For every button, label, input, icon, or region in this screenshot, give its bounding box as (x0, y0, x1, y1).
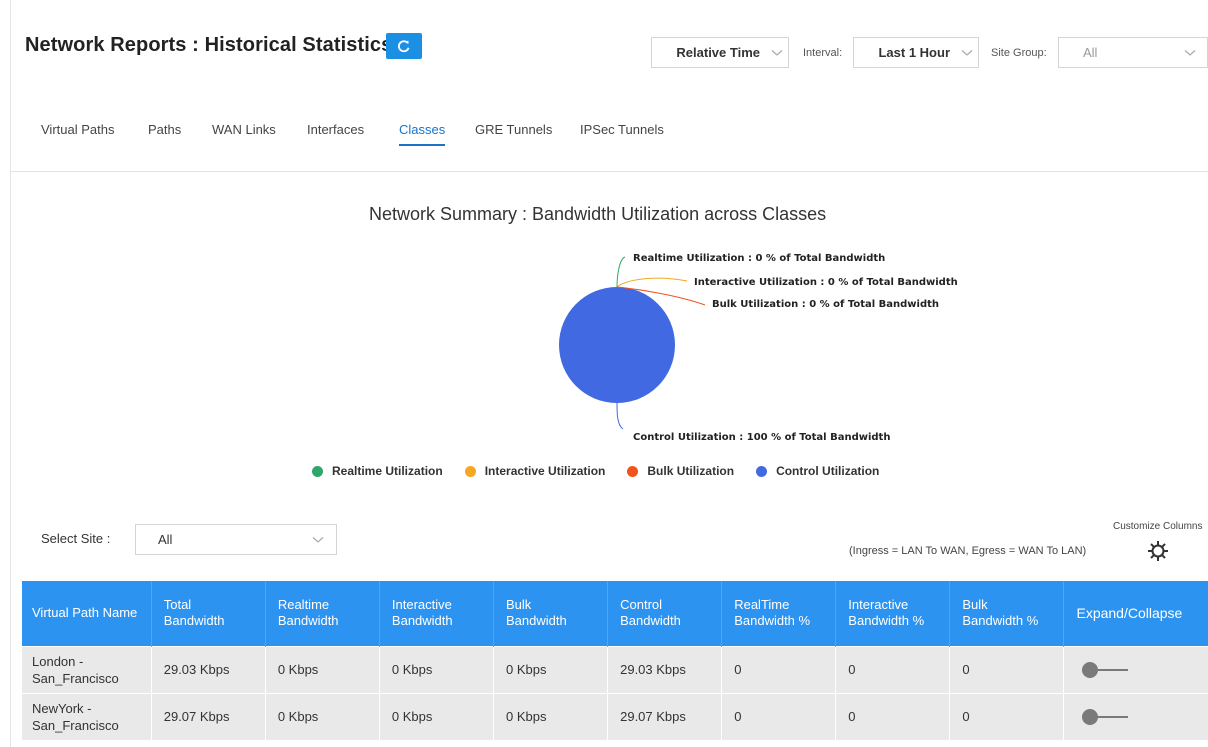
toggle-track (1096, 715, 1129, 718)
customize-columns-label: Customize Columns (1113, 521, 1203, 532)
cell-bulk-pct: 0 (949, 645, 1065, 693)
app-root: Network Reports : Historical Statistics … (0, 0, 1208, 747)
legend-label-bulk: Bulk Utilization (647, 464, 735, 478)
cell-path-name: NewYork - San_Francisco (22, 692, 152, 740)
data-label-realtime: Realtime Utilization : 0 % of Total Band… (633, 253, 885, 264)
cell-expand (1063, 692, 1208, 740)
pie-slice-control[interactable] (559, 287, 675, 403)
data-label-bulk: Bulk Utilization : 0 % of Total Bandwidt… (712, 299, 939, 310)
legend-swatch-interactive (464, 465, 476, 477)
toggle-switch-icon (1082, 708, 1099, 725)
col-expand-collapse[interactable]: Expand/Collapse (1063, 581, 1208, 646)
legend-item-control[interactable]: Control Utilization (756, 464, 879, 478)
col-label: Bulk (962, 597, 988, 613)
cell-bulk: 0 Kbps (493, 645, 609, 693)
cell-control: 29.07 Kbps (607, 692, 723, 740)
gear-icon (1148, 541, 1168, 561)
table-row: NewYork - San_Francisco 29.07 Kbps 0 Kbps… (22, 692, 1208, 740)
cell-interactive: 0 Kbps (379, 692, 495, 740)
col-label: RealTime (734, 597, 790, 613)
col-label: Bandwidth (163, 613, 225, 629)
col-label: Realtime (277, 597, 330, 613)
virtual-path-table: Virtual Path Name Total Bandwidth Realtim… (22, 581, 1208, 740)
toggle-switch-icon (1082, 661, 1099, 678)
col-label: Interactive (391, 597, 452, 613)
cell-realtime: 0 Kbps (265, 692, 380, 740)
legend-label-interactive: Interactive Utilization (484, 464, 606, 478)
col-bulk-bandwidth[interactable]: Bulk Bandwidth (493, 581, 609, 646)
col-label: Bandwidth (620, 613, 681, 629)
select-site-dropdown[interactable]: All (135, 524, 337, 555)
connector-control (616, 402, 624, 430)
col-control-bandwidth[interactable]: Control Bandwidth (607, 581, 723, 646)
cell-text: London - (32, 653, 84, 669)
legend-swatch-bulk (627, 465, 639, 477)
customize-columns-button[interactable] (1145, 538, 1171, 564)
col-label: Total (163, 597, 192, 613)
legend-swatch-realtime (312, 465, 323, 477)
select-site-label: Select Site : (41, 531, 111, 546)
col-label: Control (620, 597, 663, 613)
col-realtime-bandwidth[interactable]: Realtime Bandwidth (265, 581, 380, 646)
col-label: Interactive (848, 597, 909, 613)
col-label: Bandwidth % (962, 613, 1039, 629)
data-label-control: Control Utilization : 100 % of Total Ban… (633, 432, 890, 443)
cell-total: 29.03 Kbps (151, 645, 266, 693)
chart-legend: Realtime Utilization Interactive Utiliza… (312, 464, 901, 478)
col-label: Bandwidth (506, 613, 567, 629)
col-interactive-bandwidth-pct[interactable]: Interactive Bandwidth % (835, 581, 951, 646)
col-label: Virtual Path Name (32, 605, 138, 621)
connector-interactive (616, 277, 688, 288)
connector-realtime (616, 256, 626, 288)
col-label: Bandwidth % (734, 613, 811, 629)
col-total-bandwidth[interactable]: Total Bandwidth (151, 581, 266, 646)
cell-interactive: 0 Kbps (379, 645, 495, 693)
cell-expand (1063, 645, 1208, 693)
legend-swatch-control (756, 465, 768, 477)
data-label-interactive: Interactive Utilization : 0 % of Total B… (694, 277, 958, 288)
cell-path-name: London - San_Francisco (22, 645, 152, 693)
table-row: London - San_Francisco 29.03 Kbps 0 Kbps … (22, 645, 1208, 693)
cell-interactive-pct: 0 (835, 645, 951, 693)
col-label: Bulk (506, 597, 532, 613)
cell-total: 29.07 Kbps (151, 692, 266, 740)
toggle-track (1096, 668, 1129, 671)
direction-note: (Ingress = LAN To WAN, Egress = WAN To L… (849, 545, 1087, 557)
cell-bulk: 0 Kbps (493, 692, 609, 740)
select-site-value: All (158, 532, 173, 547)
col-label: Bandwidth (277, 613, 339, 629)
cell-interactive-pct: 0 (835, 692, 951, 740)
legend-item-interactive[interactable]: Interactive Utilization (464, 464, 606, 478)
pie-chart: Realtime Utilization : 0 % of Total Band… (559, 253, 958, 443)
legend-item-bulk[interactable]: Bulk Utilization (627, 464, 734, 478)
col-label: Bandwidth % (848, 613, 925, 629)
cell-text: San_Francisco (32, 717, 119, 733)
legend-label-control: Control Utilization (776, 464, 880, 478)
expand-toggle[interactable] (1082, 707, 1130, 727)
cell-control: 29.03 Kbps (607, 645, 723, 693)
chevron-down-icon (300, 536, 336, 544)
col-virtual-path-name[interactable]: Virtual Path Name (22, 581, 152, 646)
cell-text: San_Francisco (32, 670, 119, 686)
legend-label-realtime: Realtime Utilization (332, 464, 443, 478)
table-header-row: Virtual Path Name Total Bandwidth Realtim… (22, 581, 1208, 646)
legend-item-realtime[interactable]: Realtime Utilization (312, 464, 443, 478)
col-label: Bandwidth (391, 613, 453, 629)
cell-realtime-pct: 0 (721, 692, 837, 740)
col-realtime-bandwidth-pct[interactable]: RealTime Bandwidth % (721, 581, 837, 646)
col-label: Expand/Collapse (1076, 605, 1183, 622)
col-interactive-bandwidth[interactable]: Interactive Bandwidth (379, 581, 495, 646)
cell-text: NewYork - (32, 700, 92, 716)
cell-realtime-pct: 0 (721, 645, 837, 693)
cell-realtime: 0 Kbps (265, 645, 380, 693)
cell-bulk-pct: 0 (949, 692, 1065, 740)
expand-toggle[interactable] (1082, 660, 1130, 680)
col-bulk-bandwidth-pct[interactable]: Bulk Bandwidth % (949, 581, 1065, 646)
